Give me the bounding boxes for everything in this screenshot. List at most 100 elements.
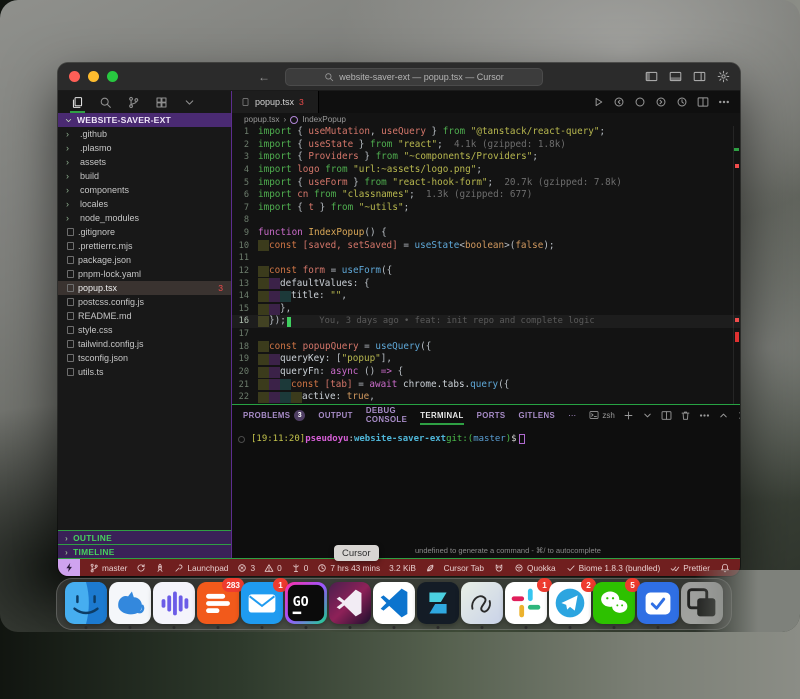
code-line[interactable]: 10const [saved, setSaved] = useState<boo… bbox=[232, 240, 740, 253]
chevron-down-icon[interactable] bbox=[183, 96, 196, 109]
explorer-item-locales[interactable]: ›locales bbox=[58, 197, 231, 211]
shell-selector[interactable]: zsh bbox=[589, 410, 614, 420]
dock-app-wechat[interactable]: 5 bbox=[593, 582, 635, 624]
layout-sidebar-left-icon[interactable] bbox=[645, 70, 658, 83]
explorer-item--prettierrc-mjs[interactable]: .prettierrc.mjs bbox=[58, 239, 231, 253]
file-size[interactable]: 3.2 KiB bbox=[389, 563, 416, 573]
code-line[interactable]: 17 bbox=[232, 328, 740, 341]
code-line[interactable]: 18const popupQuery = useQuery({ bbox=[232, 341, 740, 354]
code-line[interactable]: 4import logo from "url:~assets/logo.png"… bbox=[232, 164, 740, 177]
dock-app-cursor[interactable] bbox=[329, 582, 371, 624]
explorer-item-tailwind-config-js[interactable]: tailwind.config.js bbox=[58, 337, 231, 351]
dock-app-warp-terminal[interactable] bbox=[417, 582, 459, 624]
wakatime[interactable]: 7 hrs 43 mins bbox=[317, 563, 380, 573]
dock-app-things-todo[interactable] bbox=[637, 582, 679, 624]
dock-app-slack[interactable]: 1 bbox=[505, 582, 547, 624]
code-line[interactable]: 6import cn from "classnames"; 1.3k (gzip… bbox=[232, 189, 740, 202]
chevron-down-icon[interactable] bbox=[642, 410, 653, 421]
extensions-icon[interactable] bbox=[155, 96, 168, 109]
code-line[interactable]: 3import { Providers } from "~components/… bbox=[232, 151, 740, 164]
explorer-item-style-css[interactable]: style.css bbox=[58, 323, 231, 337]
marks-count[interactable]: 0 bbox=[291, 563, 309, 573]
overview-ruler[interactable] bbox=[733, 126, 740, 404]
tab-popup-tsx[interactable]: popup.tsx 3 bbox=[232, 91, 319, 113]
dock-app-mail[interactable]: 1 bbox=[241, 582, 283, 624]
close-window-button[interactable] bbox=[69, 71, 80, 82]
panel-tab-gitlens[interactable]: GITLENS bbox=[519, 405, 556, 425]
code-line[interactable]: 14title: "", bbox=[232, 290, 740, 303]
explorer-item-pnpm-lock-yaml[interactable]: pnpm-lock.yaml bbox=[58, 267, 231, 281]
code-line[interactable]: 12const form = useForm({ bbox=[232, 265, 740, 278]
code-line[interactable]: 15}, bbox=[232, 303, 740, 316]
explorer-item-package-json[interactable]: package.json bbox=[58, 253, 231, 267]
sync-changes[interactable] bbox=[136, 563, 146, 573]
nav-forward-circle-icon[interactable] bbox=[655, 96, 667, 108]
layout-sidebar-right-icon[interactable] bbox=[693, 70, 706, 83]
more-actions-icon[interactable] bbox=[718, 96, 730, 108]
code-line[interactable]: 1import { useMutation, useQuery } from "… bbox=[232, 126, 740, 139]
close-panel-icon[interactable] bbox=[737, 410, 740, 421]
notifications-bell[interactable] bbox=[720, 563, 730, 573]
copilot-cat[interactable] bbox=[494, 563, 504, 573]
split-terminal-icon[interactable] bbox=[661, 410, 672, 421]
code-line[interactable]: 19queryKey: ["popup"], bbox=[232, 353, 740, 366]
launchpad[interactable]: Launchpad bbox=[174, 563, 228, 573]
code-line[interactable]: 9function IndexPopup() { bbox=[232, 227, 740, 240]
dock-app-doodle-app[interactable] bbox=[461, 582, 503, 624]
panel-tab-ports[interactable]: PORTS bbox=[477, 405, 506, 425]
cursor-tab[interactable]: Cursor Tab bbox=[444, 563, 484, 573]
dock-app-screenshot-app[interactable] bbox=[681, 582, 723, 624]
breadcrumb-symbol[interactable]: IndexPopup bbox=[302, 115, 346, 124]
explorer-item-utils-ts[interactable]: utils.ts bbox=[58, 365, 231, 379]
nav-back-circle-icon[interactable] bbox=[613, 96, 625, 108]
trash-icon[interactable] bbox=[680, 410, 691, 421]
dock-app-audio-waveform-app[interactable] bbox=[153, 582, 195, 624]
dock-app-vscode[interactable] bbox=[373, 582, 415, 624]
panel-tabs-more-icon[interactable]: ⋯ bbox=[568, 411, 576, 420]
explorer-item--gitignore[interactable]: .gitignore bbox=[58, 225, 231, 239]
explorer-item-tsconfig-json[interactable]: tsconfig.json bbox=[58, 351, 231, 365]
explorer-item--plasmo[interactable]: ›.plasmo bbox=[58, 141, 231, 155]
settings-gear-icon[interactable] bbox=[717, 70, 730, 83]
explorer-item-build[interactable]: ›build bbox=[58, 169, 231, 183]
quokka[interactable]: Quokka bbox=[514, 563, 556, 573]
explorer-root-header[interactable]: WEBSITE-SAVER-EXT bbox=[58, 113, 231, 127]
layout-panel-icon[interactable] bbox=[669, 70, 682, 83]
explorer-item-popup-tsx[interactable]: popup.tsx3 bbox=[58, 281, 231, 295]
breadcrumb-file[interactable]: popup.tsx bbox=[244, 115, 280, 124]
dock-app-goland[interactable]: GO bbox=[285, 582, 327, 624]
explorer-item-readme-md[interactable]: README.md bbox=[58, 309, 231, 323]
problems-errors[interactable]: 3 bbox=[237, 563, 255, 573]
command-center-search[interactable]: website-saver-ext — popup.tsx — Cursor bbox=[285, 68, 543, 86]
code-line[interactable]: 13defaultValues: { bbox=[232, 278, 740, 291]
explorer-item-postcss-config-js[interactable]: postcss.config.js bbox=[58, 295, 231, 309]
code-editor[interactable]: 1import { useMutation, useQuery } from "… bbox=[232, 126, 740, 404]
code-line[interactable]: 22active: true, bbox=[232, 391, 740, 404]
explorer-item-components[interactable]: ›components bbox=[58, 183, 231, 197]
dock-app-rss-reader[interactable]: 283 bbox=[197, 582, 239, 624]
gitlens-launchpad-icon[interactable] bbox=[155, 563, 165, 573]
zoom-window-button[interactable] bbox=[107, 71, 118, 82]
maximize-panel-icon[interactable] bbox=[718, 410, 729, 421]
more-icon[interactable] bbox=[699, 410, 710, 421]
panel-tab-debug-console[interactable]: DEBUG CONSOLE bbox=[366, 405, 407, 425]
new-terminal-icon[interactable] bbox=[623, 410, 634, 421]
code-line[interactable]: 20queryFn: async () => { bbox=[232, 366, 740, 379]
code-line[interactable]: 11 bbox=[232, 252, 740, 265]
section-outline[interactable]: ›OUTLINE bbox=[58, 530, 231, 544]
explorer-item-node-modules[interactable]: ›node_modules bbox=[58, 211, 231, 225]
code-line[interactable]: 7import { t } from "~utils"; bbox=[232, 202, 740, 215]
code-line[interactable]: 21const [tab] = await chrome.tabs.query(… bbox=[232, 379, 740, 392]
code-line[interactable]: 8 bbox=[232, 214, 740, 227]
dock-app-finder[interactable] bbox=[65, 582, 107, 624]
dock-app-fox-browser[interactable] bbox=[109, 582, 151, 624]
back-arrow-icon[interactable]: ← bbox=[258, 70, 270, 84]
code-line[interactable]: 5import { useForm } from "react-hook-for… bbox=[232, 177, 740, 190]
explorer-item--github[interactable]: ›.github bbox=[58, 127, 231, 141]
feather-indicator[interactable] bbox=[425, 563, 435, 573]
minimize-window-button[interactable] bbox=[88, 71, 99, 82]
panel-tab-output[interactable]: OUTPUT bbox=[318, 405, 352, 425]
prettier[interactable]: Prettier bbox=[670, 563, 710, 573]
panel-tab-terminal[interactable]: TERMINAL bbox=[420, 405, 463, 425]
explorer-item-assets[interactable]: ›assets bbox=[58, 155, 231, 169]
